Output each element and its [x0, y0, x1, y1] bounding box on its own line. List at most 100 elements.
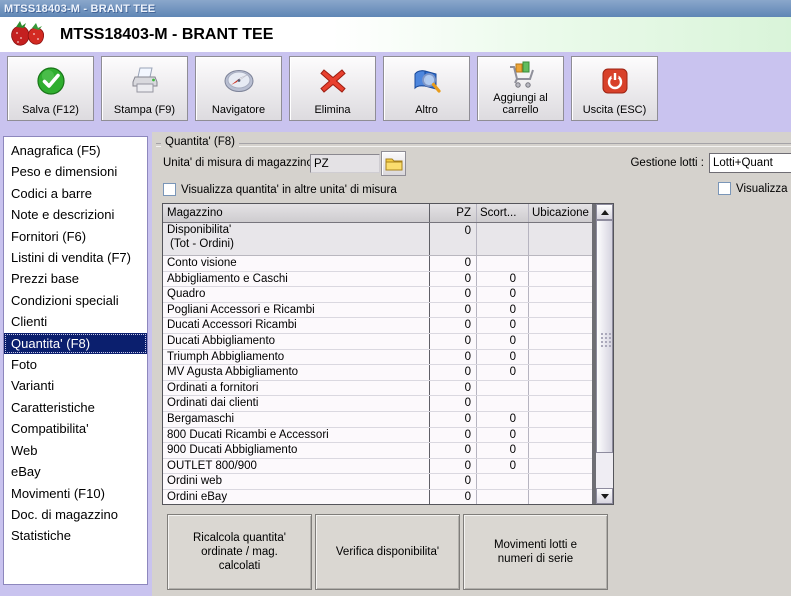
- column-header-pz[interactable]: PZ: [429, 204, 476, 222]
- table-cell: Ordini web: [163, 474, 429, 489]
- sidebar-nav: Anagrafica (F5)Peso e dimensioniCodici a…: [3, 136, 148, 585]
- table-cell: [528, 334, 592, 349]
- table-cell: [528, 272, 592, 287]
- table-cell: [476, 474, 528, 489]
- table-cell: OUTLET 800/900: [163, 459, 429, 474]
- table-row[interactable]: 800 Ducati Ricambi e Accessori00: [163, 428, 592, 444]
- warehouse-grid: Magazzino PZ Scort... Ubicazione Disponi…: [163, 204, 592, 504]
- recalc-quantities-button[interactable]: Ricalcola quantita' ordinate / mag. calc…: [167, 514, 312, 590]
- table-row[interactable]: Pogliani Accessori e Ricambi00: [163, 303, 592, 319]
- column-header-scorta[interactable]: Scort...: [476, 204, 528, 222]
- sidebar-item-anagrafica-f5[interactable]: Anagrafica (F5): [4, 140, 147, 161]
- show-other-uom-checkbox[interactable]: [163, 183, 176, 196]
- sidebar-item-ebay[interactable]: eBay: [4, 461, 147, 482]
- uom-browse-button[interactable]: [381, 151, 406, 176]
- table-cell: Abbigliamento e Caschi: [163, 272, 429, 287]
- sidebar-item-note-e-descrizioni[interactable]: Note e descrizioni: [4, 204, 147, 225]
- table-cell: 0: [476, 350, 528, 365]
- table-row[interactable]: Quadro00: [163, 287, 592, 303]
- table-cell: [476, 396, 528, 411]
- save-button[interactable]: Salva (F12): [7, 56, 94, 121]
- print-button-label: Stampa (F9): [114, 104, 175, 120]
- table-row[interactable]: Abbigliamento e Caschi00: [163, 272, 592, 288]
- more-button[interactable]: Altro: [383, 56, 470, 121]
- table-cell: 0: [476, 334, 528, 349]
- titlebar[interactable]: MTSS18403-M - BRANT TEE: [0, 0, 791, 17]
- table-cell: 0: [429, 412, 476, 427]
- table-row[interactable]: MV Agusta Abbigliamento00: [163, 365, 592, 381]
- table-cell: Bergamaschi: [163, 412, 429, 427]
- table-cell: 0: [429, 365, 476, 380]
- table-row[interactable]: Ordinati dai clienti0: [163, 396, 592, 412]
- sidebar-item-condizioni-speciali[interactable]: Condizioni speciali: [4, 290, 147, 311]
- header: MTSS18403-M - BRANT TEE: [0, 17, 791, 52]
- gestione-lotti-select[interactable]: Lotti+Quant: [709, 153, 791, 173]
- table-cell: [528, 381, 592, 396]
- sidebar-item-codici-a-barre[interactable]: Codici a barre: [4, 183, 147, 204]
- table-row[interactable]: Ordini web0: [163, 474, 592, 490]
- add-to-cart-button[interactable]: Aggiungi al carrello: [477, 56, 564, 121]
- table-cell: 0: [429, 334, 476, 349]
- table-row[interactable]: Ordinati a fornitori0: [163, 381, 592, 397]
- table-cell: 0: [476, 318, 528, 333]
- exit-button[interactable]: Uscita (ESC): [571, 56, 658, 121]
- sidebar-item-web[interactable]: Web: [4, 440, 147, 461]
- vertical-scrollbar[interactable]: [596, 204, 613, 504]
- navigator-button-label: Navigatore: [212, 104, 265, 120]
- table-row[interactable]: Ducati Abbigliamento00: [163, 334, 592, 350]
- sidebar-item-caratteristiche[interactable]: Caratteristiche: [4, 397, 147, 418]
- sidebar-item-foto[interactable]: Foto: [4, 354, 147, 375]
- sidebar-item-prezzi-base[interactable]: Prezzi base: [4, 268, 147, 289]
- red-x-icon: [290, 57, 375, 104]
- column-header-ubicazione[interactable]: Ubicazione: [528, 204, 592, 222]
- navigator-button[interactable]: Navigatore: [195, 56, 282, 121]
- sidebar-item-movimenti-f10[interactable]: Movimenti (F10): [4, 483, 147, 504]
- sidebar-item-varianti[interactable]: Varianti: [4, 375, 147, 396]
- table-row[interactable]: Ducati Accessori Ricambi00: [163, 318, 592, 334]
- table-cell: [528, 412, 592, 427]
- folder-icon: [385, 156, 403, 171]
- sidebar-item-doc-di-magazzino[interactable]: Doc. di magazzino: [4, 504, 147, 525]
- uom-label: Unita' di misura di magazzino :: [163, 157, 319, 169]
- scrollbar-up-button[interactable]: [596, 204, 613, 220]
- table-row[interactable]: Bergamaschi00: [163, 412, 592, 428]
- check-availability-button[interactable]: Verifica disponibilita': [315, 514, 460, 590]
- table-cell: Pogliani Accessori e Ricambi: [163, 303, 429, 318]
- compass-icon: [196, 57, 281, 104]
- sidebar-item-statistiche[interactable]: Statistiche: [4, 525, 147, 546]
- delete-button[interactable]: Elimina: [289, 56, 376, 121]
- column-header-magazzino[interactable]: Magazzino: [163, 204, 429, 222]
- table-row[interactable]: 900 Ducati Abbigliamento00: [163, 443, 592, 459]
- table-cell: 0: [429, 396, 476, 411]
- sidebar-item-clienti[interactable]: Clienti: [4, 311, 147, 332]
- table-row[interactable]: Ordini eBay0: [163, 490, 592, 504]
- table-cell: Quadro: [163, 287, 429, 302]
- uom-input[interactable]: [310, 154, 380, 173]
- toolbar: Salva (F12) Stampa (F9): [7, 56, 658, 121]
- table-row[interactable]: Conto visione0: [163, 256, 592, 272]
- sidebar-item-listini-di-vendita-f7[interactable]: Listini di vendita (F7): [4, 247, 147, 268]
- groupbox-border: [156, 143, 791, 147]
- table-row[interactable]: OUTLET 800/90000: [163, 459, 592, 475]
- scrollbar-thumb[interactable]: [596, 220, 613, 453]
- scrollbar-down-button[interactable]: [596, 488, 613, 504]
- table-cell: 0: [476, 272, 528, 287]
- sidebar-item-quantita-f8[interactable]: Quantita' (F8): [4, 333, 147, 354]
- sidebar-item-fornitori-f6[interactable]: Fornitori (F6): [4, 226, 147, 247]
- table-cell: Ducati Accessori Ricambi: [163, 318, 429, 333]
- table-cell: Ordinati dai clienti: [163, 396, 429, 411]
- table-row[interactable]: Triumph Abbigliamento00: [163, 350, 592, 366]
- sidebar-item-peso-e-dimensioni[interactable]: Peso e dimensioni: [4, 161, 147, 182]
- warehouse-table-body: Disponibilita'(Tot - Ordini)0Conto visio…: [163, 223, 592, 504]
- table-row[interactable]: Disponibilita'(Tot - Ordini)0: [163, 223, 592, 256]
- lot-movements-button[interactable]: Movimenti lotti e numeri di serie: [463, 514, 608, 590]
- print-button[interactable]: Stampa (F9): [101, 56, 188, 121]
- sidebar-item-compatibilita[interactable]: Compatibilita': [4, 418, 147, 439]
- table-cell: [528, 350, 592, 365]
- table-cell: [528, 459, 592, 474]
- add-to-cart-button-label: Aggiungi al carrello: [478, 92, 563, 120]
- table-cell: Disponibilita'(Tot - Ordini): [163, 223, 429, 255]
- table-cell: [528, 287, 592, 302]
- visualizza-checkbox[interactable]: [718, 182, 731, 195]
- save-check-icon: [8, 57, 93, 104]
